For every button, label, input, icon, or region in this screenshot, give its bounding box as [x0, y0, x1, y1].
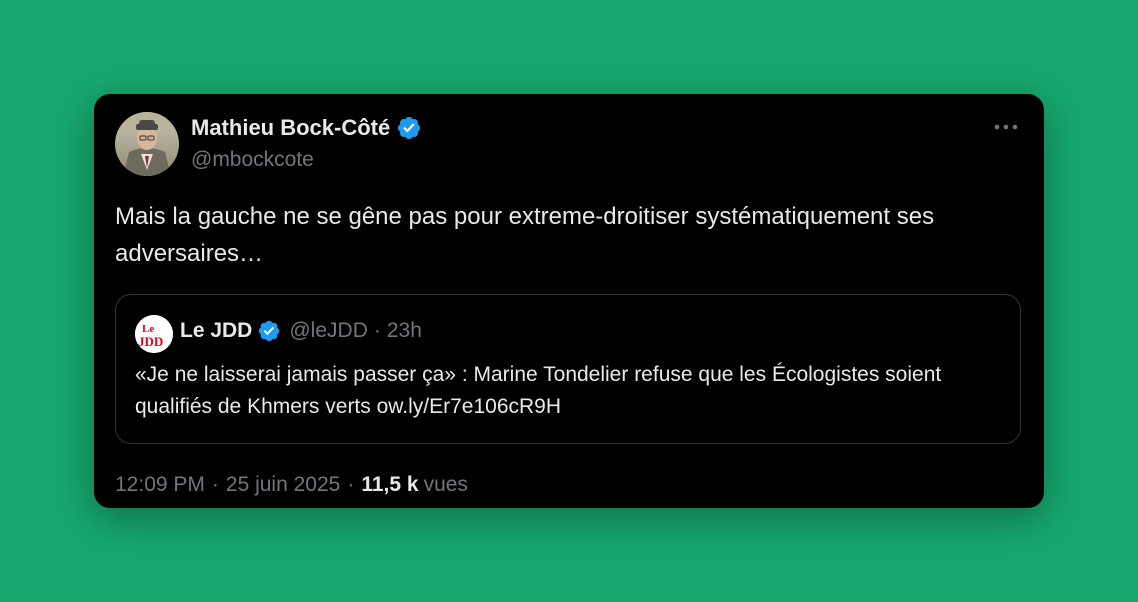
- author-avatar[interactable]: [115, 112, 179, 176]
- quoted-separator: ·: [373, 319, 381, 342]
- author-name-row[interactable]: Mathieu Bock-Côté: [191, 115, 422, 141]
- more-horizontal-icon[interactable]: [992, 118, 1020, 136]
- tweet-metadata: 12:09 PM · 25 juin 2025 · 11,5 k vues: [115, 473, 468, 497]
- jdd-logo-image: Le JDD: [135, 315, 173, 353]
- quoted-timestamp[interactable]: 23h: [387, 319, 422, 343]
- author-handle[interactable]: @mbockcote: [191, 148, 314, 172]
- verified-badge-icon: [259, 320, 280, 342]
- views-label: vues: [423, 473, 468, 496]
- quoted-tweet-header: Le JDD @leJDD · 23h: [180, 319, 422, 343]
- jdd-logo: Le JDD: [135, 315, 173, 353]
- quoted-tweet[interactable]: Le JDD Le JDD @leJDD · 23h «Je ne laisse…: [115, 294, 1021, 444]
- avatar-image: [115, 112, 179, 176]
- views-count: 11,5 k: [361, 473, 419, 496]
- quoted-author-name[interactable]: Le JDD: [180, 319, 252, 343]
- tweet-card: Mathieu Bock-Côté @mbockcote Mais la gau…: [94, 94, 1044, 508]
- author-name[interactable]: Mathieu Bock-Côté: [191, 115, 390, 141]
- jdd-logo-text-bottom: JDD: [138, 334, 163, 349]
- tweet-date[interactable]: 25 juin 2025: [226, 473, 340, 497]
- tweet-text: Mais la gauche ne se gêne pas pour extre…: [115, 203, 935, 267]
- quoted-tweet-text: «Je ne laisserai jamais passer ça» : Mar…: [135, 363, 942, 418]
- meta-separator: ·: [211, 473, 219, 496]
- meta-separator: ·: [347, 473, 355, 496]
- tweet-time[interactable]: 12:09 PM: [115, 473, 205, 497]
- quoted-author-handle[interactable]: @leJDD: [289, 319, 368, 343]
- verified-badge-icon: [398, 116, 421, 140]
